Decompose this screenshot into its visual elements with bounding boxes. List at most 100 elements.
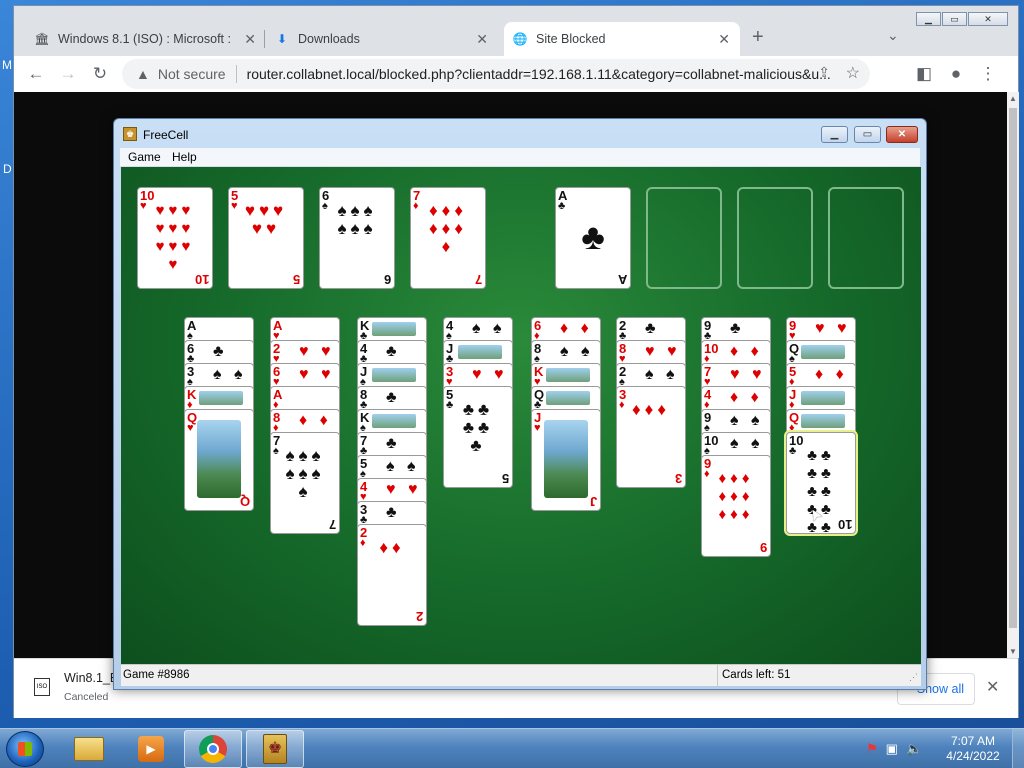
playing-card[interactable]: 10 ♥ ♥♥♥♥♥♥♥♥♥♥ 10 — [137, 187, 213, 289]
maximize-button[interactable]: ▭ — [854, 126, 881, 143]
playing-card[interactable]: 5 ♥ ♥♥♥♥♥ 5 — [228, 187, 304, 289]
menu-game[interactable]: Game — [128, 150, 161, 164]
url-text[interactable]: router.collabnet.local/blocked.php?clien… — [247, 66, 847, 82]
explorer-taskbar-icon[interactable] — [60, 730, 118, 768]
card-pips: ♠ ♠ — [213, 366, 247, 383]
close-icon[interactable]: ✕ — [244, 31, 256, 48]
playing-card[interactable]: 6 ♠ ♠♠♠♠♠♠ 6 — [319, 187, 395, 289]
system-tray: ⚑ ▣ 🔈 — [866, 741, 922, 757]
face-card-strip — [372, 368, 416, 382]
card-pips: ♠ ♠ — [730, 435, 764, 452]
menu-kebab-icon[interactable]: ⋮ — [976, 62, 1000, 86]
warning-icon[interactable]: ▲ — [136, 66, 150, 82]
close-download-bar-icon[interactable]: ✕ — [986, 677, 999, 697]
tab-strip: 🏛 Windows 8.1 (ISO) : Microsoft : Fr ✕ ⬇… — [14, 6, 1018, 56]
card-pips: ♦ ♦ — [730, 343, 763, 360]
archive-icon: 🏛 — [34, 32, 50, 46]
scrollbar-thumb[interactable] — [1009, 108, 1017, 628]
back-arrow-icon[interactable]: ← — [24, 62, 48, 86]
playing-card[interactable]: A ♣ ♣ A — [555, 187, 631, 289]
chrome-taskbar-icon[interactable] — [184, 730, 242, 768]
reload-icon[interactable]: ↻ — [88, 62, 112, 86]
resize-grip-icon[interactable]: ⋰ — [909, 672, 918, 683]
game-table[interactable]: 10 ♥ ♥♥♥♥♥♥♥♥♥♥ 10 5 ♥ ♥♥♥♥♥ 5 6 ♠ ♠♠♠♠♠♠ 6 7 ♦ ♦♦♦♦♦♦… — [121, 167, 921, 664]
card-pips: ♠ ♠ — [730, 412, 764, 429]
volume-icon[interactable]: 🔈 — [906, 741, 922, 757]
tab-downloads[interactable]: ⬇ Downloads ✕ — [266, 22, 498, 56]
card-rank-corner: 7 — [328, 517, 336, 532]
card-rank-corner: 10 — [194, 272, 209, 287]
card-pips: ♦♦ — [379, 538, 405, 557]
card-pips: ♦ ♦ — [815, 366, 848, 383]
clock[interactable]: 7:07 AM 4/24/2022 — [942, 734, 1004, 764]
card-suit-icon: ♥ — [140, 200, 147, 212]
playing-card[interactable]: J ♥ J — [531, 409, 601, 511]
playing-card[interactable]: 7 ♠ ♠♠♠♠♠♠♠ 7 — [270, 432, 340, 534]
card-pips: ♥ ♥ — [299, 343, 335, 360]
card-pips: ♥ ♥ — [386, 481, 422, 498]
menu-help[interactable]: Help — [172, 150, 197, 164]
card-suit-icon: ♥ — [534, 422, 541, 434]
card-suit-icon: ♦ — [413, 200, 419, 212]
playing-card[interactable]: 7 ♦ ♦♦♦♦♦♦♦ 7 — [410, 187, 486, 289]
freecell-window: ♚ FreeCell ▁ ▭ ✕ Game Help 10 ♥ ♥♥♥♥♥♥♥♥♥♥… — [113, 118, 927, 690]
maximize-button[interactable]: ▭ — [942, 12, 967, 26]
profile-avatar-icon[interactable]: ● — [944, 62, 968, 86]
card-pips: ♣♣♣♣♣ — [462, 400, 494, 455]
scroll-down-icon[interactable]: ▼ — [1009, 647, 1017, 656]
address-bar[interactable]: ▲ Not secure router.collabnet.local/bloc… — [122, 59, 870, 89]
face-card-strip — [199, 391, 243, 405]
media-player-taskbar-icon[interactable]: ▶ — [122, 730, 180, 768]
scroll-up-icon[interactable]: ▲ — [1009, 94, 1017, 103]
tab-site-blocked[interactable]: 🌐 Site Blocked ✕ — [504, 22, 740, 56]
freecell-taskbar-icon[interactable]: ♚ — [246, 730, 304, 768]
face-card-strip — [801, 345, 845, 359]
card-rank-corner: 2 — [415, 609, 423, 624]
show-desktop-button[interactable] — [1012, 729, 1024, 768]
download-filename[interactable]: Win8.1_E — [64, 671, 118, 685]
vertical-scrollbar[interactable]: ▲ ▼ — [1007, 92, 1019, 658]
tab-windows-iso[interactable]: 🏛 Windows 8.1 (ISO) : Microsoft : Fr ✕ — [26, 22, 266, 56]
share-icon[interactable]: ⇪ — [818, 64, 830, 81]
card-pips: ♦ ♦ — [560, 320, 593, 337]
face-card-artwork — [197, 420, 241, 498]
tab-search-chevron-icon[interactable]: ⌄ — [887, 27, 899, 44]
minimize-button[interactable]: ▁ — [916, 12, 941, 26]
freecell-titlebar[interactable]: ♚ FreeCell ▁ ▭ ✕ — [114, 119, 926, 149]
flag-alert-icon[interactable]: ⚑ — [866, 741, 878, 757]
taskbar: ▶ ♚ ⚑ ▣ 🔈 7:07 AM 4/24/2022 — [0, 728, 1024, 768]
iso-file-icon[interactable]: ISO — [34, 678, 50, 696]
bookmark-star-icon[interactable]: ☆ — [846, 63, 860, 83]
foundation-slot[interactable] — [646, 187, 722, 289]
address-separator — [235, 65, 237, 83]
playing-card[interactable]: 9 ♦ ♦♦♦♦♦♦♦♦♦ 9 — [701, 455, 771, 557]
network-icon[interactable]: ▣ — [886, 741, 898, 757]
tab-separator — [264, 30, 265, 48]
new-tab-button[interactable]: + — [752, 26, 764, 49]
side-panel-icon[interactable]: ◧ — [912, 62, 936, 86]
game-number: Game #8986 — [123, 669, 190, 681]
foundation-slot[interactable] — [828, 187, 904, 289]
start-button[interactable] — [6, 731, 44, 767]
card-suit-icon: ♠ — [322, 200, 328, 212]
close-icon[interactable]: ✕ — [718, 31, 730, 48]
not-secure-label[interactable]: Not secure — [158, 66, 226, 82]
close-icon[interactable]: ✕ — [476, 31, 488, 48]
face-card-strip — [372, 414, 416, 428]
face-card-strip — [546, 368, 590, 382]
card-pips: ♠ ♠ — [386, 458, 420, 475]
close-button[interactable]: ✕ — [886, 126, 918, 143]
playing-card[interactable]: 2 ♦ ♦♦ 2 — [357, 524, 427, 626]
minimize-button[interactable]: ▁ — [821, 126, 848, 143]
foundation-slot[interactable] — [737, 187, 813, 289]
card-pips: ♥♥♥♥♥♥♥♥♥♥ — [155, 202, 195, 273]
card-suit-icon: ♣ — [446, 399, 454, 411]
card-pips: ♥ ♥ — [472, 366, 508, 383]
playing-card[interactable]: 5 ♣ ♣♣♣♣♣ 5 — [443, 386, 513, 488]
playing-card[interactable]: 3 ♦ ♦♦♦ 3 — [616, 386, 686, 488]
playing-card[interactable]: Q ♥ Q — [184, 409, 254, 511]
face-card-strip — [801, 391, 845, 405]
forward-arrow-icon[interactable]: → — [56, 62, 80, 86]
close-window-button[interactable]: ✕ — [968, 12, 1008, 26]
card-pips: ♥♥♥♥♥ — [244, 201, 288, 238]
